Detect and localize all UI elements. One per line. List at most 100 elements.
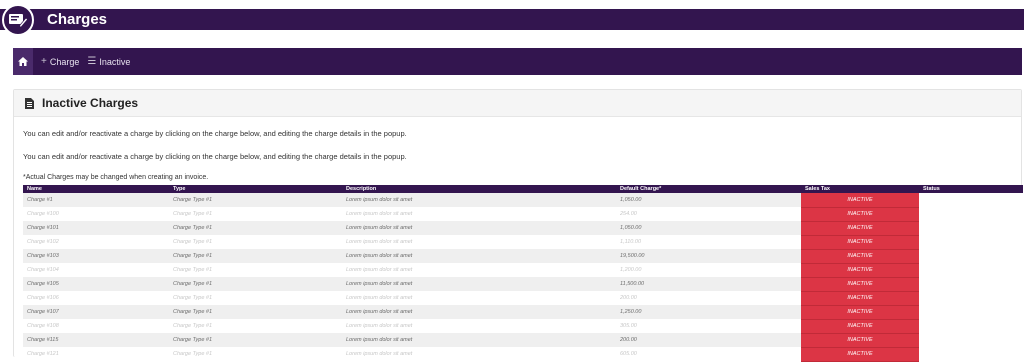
cell-default-charge: 1,050.00 [616, 193, 801, 207]
cell-sales-tax: INACTIVE [801, 333, 919, 348]
table-row[interactable]: Charge #106 Charge Type #1 Lorem ipsum dol… [23, 291, 1023, 306]
column-header[interactable]: Type [169, 185, 342, 193]
inactive-charges-panel: Inactive Charges You can edit and/or rea… [13, 89, 1023, 362]
info-text: You can edit and/or reactivate a charge … [23, 152, 407, 161]
cell-status [919, 235, 1023, 249]
table-row[interactable]: Charge #115 Charge Type #1 Lorem ipsum dol… [23, 333, 1023, 348]
cell-default-charge: 1,200.00 [616, 263, 801, 277]
cell-type: Charge Type #1 [169, 291, 342, 305]
cell-type: Charge Type #1 [169, 263, 342, 277]
cell-type: Charge Type #1 [169, 193, 342, 207]
cell-sales-tax: INACTIVE [801, 221, 919, 236]
cell-default-charge: 254.00 [616, 207, 801, 221]
cell-status [919, 333, 1023, 347]
cell-sales-tax: INACTIVE [801, 235, 919, 250]
cell-description: Lorem ipsum dolor sit amet [342, 221, 616, 235]
cell-description: Lorem ipsum dolor sit amet [342, 277, 616, 291]
home-icon [18, 57, 28, 66]
cell-name: Charge #1 [23, 193, 169, 207]
table-row[interactable]: Charge #101 Charge Type #1 Lorem ipsum dol… [23, 221, 1023, 236]
charges-table: Name Type Description Default Charge* Sa… [23, 185, 1023, 362]
cell-default-charge: 605.00 [616, 347, 801, 361]
cell-sales-tax: INACTIVE [801, 291, 919, 306]
cell-sales-tax: INACTIVE [801, 347, 919, 362]
cell-default-charge: 200.00 [616, 333, 801, 347]
table-row[interactable]: Charge #107 Charge Type #1 Lorem ipsum dol… [23, 305, 1023, 320]
checklist-icon: ☰ [87, 56, 97, 67]
cell-status [919, 263, 1023, 277]
table-row[interactable]: Charge #103 Charge Type #1 Lorem ipsum dol… [23, 249, 1023, 264]
cell-sales-tax: INACTIVE [801, 263, 919, 278]
cell-status [919, 347, 1023, 361]
panel-title: Inactive Charges [42, 96, 139, 110]
cell-sales-tax: INACTIVE [801, 193, 919, 208]
cell-description: Lorem ipsum dolor sit amet [342, 207, 616, 221]
home-button[interactable] [13, 48, 33, 75]
cell-default-charge: 200.00 [616, 291, 801, 305]
cell-type: Charge Type #1 [169, 333, 342, 347]
cell-type: Charge Type #1 [169, 221, 342, 235]
cell-default-charge: 1,110.00 [616, 235, 801, 249]
info-text: You can edit and/or reactivate a charge … [23, 129, 407, 138]
inactive-link[interactable]: ☰ Inactive [87, 56, 130, 67]
cell-description: Lorem ipsum dolor sit amet [342, 249, 616, 263]
table-row[interactable]: Charge #102 Charge Type #1 Lorem ipsum dol… [23, 235, 1023, 250]
cell-description: Lorem ipsum dolor sit amet [342, 235, 616, 249]
cell-description: Lorem ipsum dolor sit amet [342, 319, 616, 333]
cell-name: Charge #108 [23, 319, 169, 333]
cell-sales-tax: INACTIVE [801, 249, 919, 264]
cell-name: Charge #101 [23, 221, 169, 235]
cell-status [919, 305, 1023, 319]
cell-name: Charge #106 [23, 291, 169, 305]
cell-status [919, 193, 1023, 207]
cell-description: Lorem ipsum dolor sit amet [342, 193, 616, 207]
table-row[interactable]: Charge #108 Charge Type #1 Lorem ipsum dol… [23, 319, 1023, 334]
table-header-row: Name Type Description Default Charge* Sa… [23, 185, 1023, 193]
plus-icon: + [41, 56, 47, 67]
cell-type: Charge Type #1 [169, 305, 342, 319]
cell-name: Charge #103 [23, 249, 169, 263]
cell-description: Lorem ipsum dolor sit amet [342, 291, 616, 305]
cell-type: Charge Type #1 [169, 249, 342, 263]
table-row[interactable]: Charge #104 Charge Type #1 Lorem ipsum dol… [23, 263, 1023, 278]
cell-description: Lorem ipsum dolor sit amet [342, 347, 616, 361]
column-header[interactable]: Status [919, 185, 1023, 193]
cell-default-charge: 19,500.00 [616, 249, 801, 263]
cell-status [919, 319, 1023, 333]
column-header[interactable]: Description [342, 185, 616, 193]
cell-sales-tax: INACTIVE [801, 277, 919, 292]
cell-description: Lorem ipsum dolor sit amet [342, 305, 616, 319]
cell-status [919, 249, 1023, 263]
column-header[interactable]: Default Charge* [616, 185, 801, 193]
page-title: Charges [47, 11, 108, 28]
cell-type: Charge Type #1 [169, 235, 342, 249]
cell-type: Charge Type #1 [169, 277, 342, 291]
table-row[interactable]: Charge #100 Charge Type #1 Lorem ipsum dol… [23, 207, 1023, 222]
cell-status [919, 291, 1023, 305]
cell-name: Charge #107 [23, 305, 169, 319]
cell-name: Charge #102 [23, 235, 169, 249]
cell-name: Charge #104 [23, 263, 169, 277]
cell-status [919, 221, 1023, 235]
cell-name: Charge #105 [23, 277, 169, 291]
add-charge-label: Charge [49, 56, 80, 67]
table-row[interactable]: Charge #105 Charge Type #1 Lorem ipsum dol… [23, 277, 1023, 292]
cell-type: Charge Type #1 [169, 207, 342, 221]
cell-default-charge: 11,500.00 [616, 277, 801, 291]
cell-description: Lorem ipsum dolor sit amet [342, 333, 616, 347]
column-header[interactable]: Sales Tax [801, 185, 919, 193]
cell-type: Charge Type #1 [169, 347, 342, 361]
table-row[interactable]: Charge #121 Charge Type #1 Lorem ipsum dol… [23, 347, 1023, 362]
title-bar [0, 9, 1024, 30]
table-row[interactable]: Charge #1 Charge Type #1 Lorem ipsum dolor… [23, 193, 1023, 208]
cell-status [919, 207, 1023, 221]
cell-type: Charge Type #1 [169, 319, 342, 333]
add-charge-link[interactable]: + Charge [41, 56, 79, 67]
inactive-label: Inactive [99, 56, 131, 67]
document-icon [25, 97, 34, 109]
cell-default-charge: 305.00 [616, 319, 801, 333]
cell-name: Charge #121 [23, 347, 169, 361]
invoice-pen-icon[interactable] [2, 4, 34, 36]
column-header[interactable]: Name [23, 185, 169, 193]
cell-default-charge: 1,050.00 [616, 221, 801, 235]
